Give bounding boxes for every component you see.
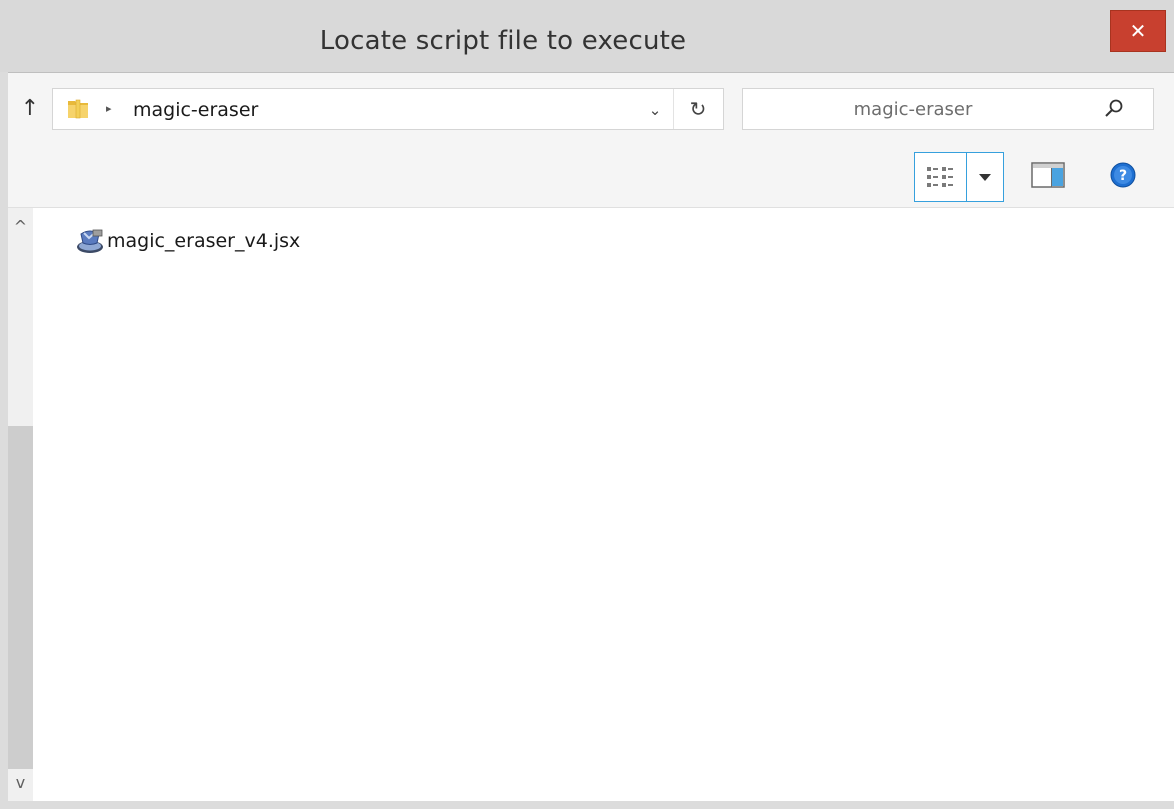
script-file-icon [77,229,103,253]
address-history-dropdown[interactable]: ⌄ [641,89,669,129]
refresh-icon: ↻ [689,97,707,121]
scroll-up-icon: ^ [13,217,28,236]
address-divider [673,89,674,129]
arrow-up-icon: ↑ [20,96,40,121]
breadcrumb-chevron-icon[interactable]: ▸ [106,89,112,129]
chevron-down-icon: ⌄ [648,101,662,119]
toolbar: ? [8,146,1174,208]
dialog-title: Locate script file to execute [319,26,687,56]
folder-icon [68,99,88,119]
navigation-bar: ↑ ▸ magic-eraser ⌄ ↻ magic-eraser [8,72,1174,146]
file-dialog-window: Locate script file to execute ✕ ↑ ▸ magi… [0,0,1174,809]
list-item[interactable]: magic_eraser_v4.jsx [73,224,300,258]
close-button[interactable]: ✕ [1110,10,1166,52]
search-input[interactable]: magic-eraser [742,88,1154,130]
details-view-icon [927,167,953,187]
title-bar[interactable]: Locate script file to execute ✕ [0,0,1174,72]
vertical-scrollbar[interactable]: ^ v [8,208,33,801]
close-icon: ✕ [1129,19,1147,43]
file-list: magic_eraser_v4.jsx [33,208,1174,801]
scroll-down-icon: v [15,773,26,792]
file-list-pane: ^ v magic_eraser_v4.jsx [8,208,1174,801]
search-placeholder: magic-eraser [853,99,973,120]
help-icon[interactable]: ? [1108,160,1138,190]
preview-pane-icon[interactable] [1030,160,1066,190]
window-bottom-edge [0,801,1174,809]
search-icon[interactable] [1103,98,1125,120]
breadcrumb-current-folder[interactable]: magic-eraser [133,89,258,129]
svg-text:?: ? [1119,168,1127,184]
scrollbar-thumb[interactable] [8,426,33,769]
up-one-level-button[interactable]: ↑ [16,95,44,123]
change-view-button[interactable] [914,152,1004,202]
dropdown-arrow-icon[interactable] [967,153,1003,201]
file-name: magic_eraser_v4.jsx [107,230,301,252]
scroll-down-button[interactable]: v [8,768,33,798]
refresh-button[interactable]: ↻ [675,89,721,129]
address-bar[interactable]: ▸ magic-eraser ⌄ ↻ [52,88,724,130]
scroll-up-button[interactable]: ^ [8,212,33,242]
